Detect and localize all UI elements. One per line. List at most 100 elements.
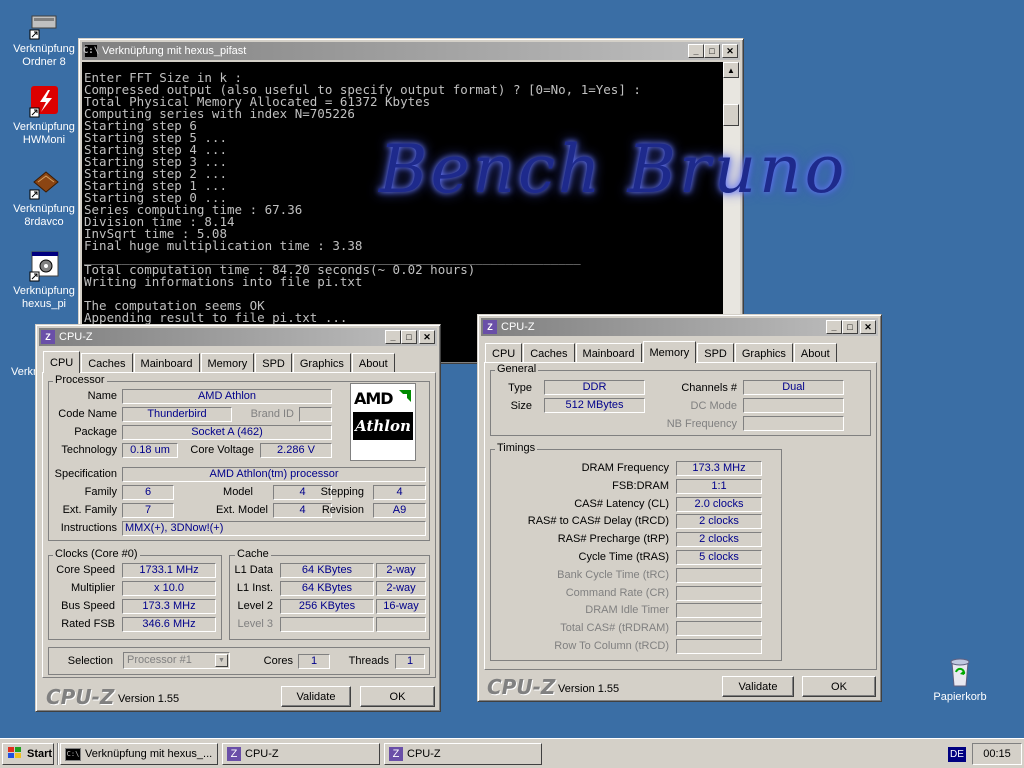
timing-label: Row To Column (tRCD) [554, 640, 669, 652]
processor-select[interactable]: Processor #1 ▼ [123, 652, 230, 669]
cpuz2-titlebar[interactable]: Z CPU-Z _ □ ✕ [481, 318, 878, 336]
tab-mainboard[interactable]: Mainboard [575, 343, 642, 363]
amd-athlon-logo: AMD Athlon [350, 383, 416, 461]
instructions-value: MMX(+), 3DNow!(+) [122, 521, 426, 536]
desktop-icon-8rdavcore[interactable]: Verknüpfung 8rdavco [4, 168, 84, 229]
clock[interactable]: 00:15 [983, 748, 1011, 760]
tab-about[interactable]: About [351, 353, 395, 373]
l3-way [376, 617, 426, 632]
close-icon: ✕ [864, 321, 872, 332]
specification-value: AMD Athlon(tm) processor [122, 467, 426, 482]
maximize-icon: □ [847, 321, 853, 332]
tab-graphics[interactable]: Graphics [292, 353, 351, 373]
close-button[interactable]: ✕ [419, 330, 435, 344]
tab-memory[interactable]: Memory [642, 341, 697, 363]
l2-way: 16-way [376, 599, 426, 614]
validate-button[interactable]: Validate [722, 676, 794, 697]
type-value: DDR [544, 380, 645, 395]
close-button[interactable]: ✕ [722, 44, 738, 58]
minimize-button[interactable]: _ [688, 44, 704, 58]
technology-label: Technology [61, 444, 117, 456]
dcmode-label: DC Mode [690, 400, 737, 412]
processor-select-value: Processor #1 [127, 654, 192, 666]
desktop-icon-hwmonitor[interactable]: Verknüpfung HWMoni [4, 86, 84, 147]
console-icon: C:\ [82, 44, 100, 58]
tab-spd[interactable]: SPD [255, 353, 292, 373]
corespeed-value: 1733.1 MHz [122, 563, 216, 578]
taskbar-item-label: CPU-Z [245, 748, 279, 760]
timing-value: 173.3 MHz [676, 461, 762, 476]
general-group-title: General [495, 363, 539, 375]
desktop-icon-label: Verkn [11, 366, 40, 378]
desktop-icon-hexus-pifast[interactable]: Verknüpfung hexus_pi [4, 250, 84, 311]
desktop-icon-ordner[interactable]: Verknüpfung Ordner 8 [4, 8, 84, 69]
close-button[interactable]: ✕ [860, 320, 876, 334]
cpuz-icon: Z [227, 747, 241, 761]
console-title: Verknüpfung mit hexus_pifast [102, 45, 247, 57]
tab-caches[interactable]: Caches [81, 353, 133, 373]
tab-graphics[interactable]: Graphics [734, 343, 793, 363]
dcmode-value [743, 398, 844, 413]
maximize-button[interactable]: □ [401, 330, 417, 344]
timing-label: CAS# Latency (CL) [574, 497, 669, 510]
amd-logo-text: AMD [354, 389, 394, 408]
timing-value [676, 603, 762, 619]
brandid-value [299, 407, 332, 422]
timing-label: Bank Cycle Time (tRC) [557, 568, 669, 581]
ok-button[interactable]: OK [802, 676, 876, 697]
taskbar-separator [57, 743, 59, 765]
console-icon: C:\ [65, 747, 81, 761]
windows-flag-icon [7, 746, 23, 763]
minimize-button[interactable]: _ [385, 330, 401, 344]
name-label: Name [87, 390, 117, 402]
cpuz1-titlebar[interactable]: Z CPU-Z _ □ ✕ [39, 328, 437, 346]
desktop-icon-recycle-bin[interactable]: Papierkorb [920, 656, 1000, 704]
minimize-button[interactable]: _ [826, 320, 842, 334]
corevoltage-label: Core Voltage [190, 444, 254, 456]
ok-button[interactable]: OK [360, 686, 435, 707]
console-titlebar[interactable]: C:\ Verknüpfung mit hexus_pifast _ □ ✕ [82, 42, 740, 60]
timing-value [676, 621, 762, 637]
codename-value: Thunderbird [122, 407, 232, 422]
close-icon: ✕ [726, 45, 734, 56]
chevron-down-icon[interactable]: ▼ [215, 654, 228, 667]
cpuz-window-cpu[interactable]: Z CPU-Z _ □ ✕ CPU Caches Mainboard Memor… [35, 324, 441, 712]
maximize-button[interactable]: □ [704, 44, 720, 58]
cpuz-icon: Z [41, 330, 55, 344]
version-label: Version 1.55 [558, 683, 620, 695]
tab-cpu[interactable]: CPU [43, 351, 81, 373]
taskbar-item-console[interactable]: C:\ Verknüpfung mit hexus_... [60, 743, 218, 765]
package-value: Socket A (462) [122, 425, 332, 440]
minimize-icon: _ [831, 321, 837, 332]
multiplier-value: x 10.0 [122, 581, 216, 596]
desktop-icon-partial[interactable]: Verkn [0, 366, 40, 379]
tab-cpu[interactable]: CPU [485, 343, 523, 363]
version-label: Version 1.55 [118, 693, 180, 705]
language-indicator[interactable]: DE [948, 747, 966, 762]
validate-button[interactable]: Validate [281, 686, 351, 707]
desktop-icon-label: Verknüpfung HWMoni [13, 121, 75, 146]
tab-caches[interactable]: Caches [523, 343, 575, 363]
cpuz-brand-logo: CPU-Z [487, 675, 556, 699]
cores-label: Cores [263, 655, 293, 667]
tab-spd[interactable]: SPD [697, 343, 734, 363]
scroll-thumb[interactable] [723, 104, 739, 126]
revision-value: A9 [373, 503, 426, 518]
cpuz-icon: Z [483, 320, 497, 334]
taskbar-item-label: CPU-Z [407, 748, 441, 760]
maximize-button[interactable]: □ [842, 320, 858, 334]
multiplier-label: Multiplier [70, 582, 115, 594]
tab-memory[interactable]: Memory [200, 353, 255, 373]
athlon-logo-text: Athlon [353, 412, 413, 440]
busspeed-label: Bus Speed [61, 600, 115, 612]
taskbar-item-cpuz-2[interactable]: Z CPU-Z [384, 743, 542, 765]
scroll-up-button[interactable]: ▲ [723, 62, 739, 78]
console-watermark: Bench Bruno [379, 131, 848, 208]
start-button[interactable]: Start [2, 743, 54, 765]
cache-group-title: Cache [235, 548, 271, 560]
tab-about[interactable]: About [793, 343, 837, 363]
tab-mainboard[interactable]: Mainboard [133, 353, 200, 373]
taskbar-item-cpuz-1[interactable]: Z CPU-Z [222, 743, 380, 765]
l1inst-way: 2-way [376, 581, 426, 596]
cpuz-window-memory[interactable]: Z CPU-Z _ □ ✕ CPU Caches Mainboard Memor… [477, 314, 882, 702]
